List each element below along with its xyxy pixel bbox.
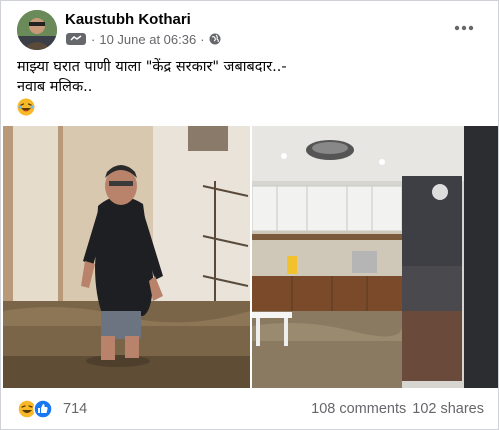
engagement-stats: 108 comments 102 shares: [311, 399, 484, 419]
reaction-icons: [17, 399, 57, 419]
post-text-line-1: माझ्या घरात पाणी याला "केंद्र सरकार" जबा…: [17, 59, 287, 75]
author-name[interactable]: Kaustubh Kothari: [65, 11, 191, 28]
globe-icon[interactable]: [209, 33, 221, 45]
meta-separator-2: ·: [200, 31, 205, 47]
like-reaction-icon: [33, 399, 53, 419]
post-photos[interactable]: [3, 126, 498, 388]
post-meta: · 10 June at 06:36 ·: [65, 31, 221, 47]
reaction-count: 714: [63, 401, 88, 417]
shares-count[interactable]: 102 shares: [412, 401, 484, 417]
author-avatar[interactable]: [17, 10, 57, 50]
facebook-post-card: Kaustubh Kothari · 10 June at 06:36 · मा…: [0, 0, 499, 430]
post-timestamp[interactable]: 10 June at 06:36: [99, 32, 196, 47]
meta-separator: ·: [91, 31, 96, 47]
post-text: माझ्या घरात पाणी याला "केंद्र सरकार" जबा…: [17, 57, 477, 116]
photo-flooded-room-man[interactable]: [3, 126, 250, 388]
comments-count[interactable]: 108 comments: [311, 401, 406, 417]
messenger-icon: [65, 32, 87, 46]
reactions-summary[interactable]: 714: [17, 399, 87, 419]
avatar-photo: [17, 10, 57, 50]
laughing-emoji-icon: [17, 98, 35, 116]
photo-flooded-kitchen[interactable]: [252, 126, 498, 388]
more-options-icon[interactable]: [454, 19, 474, 31]
post-text-line-2: नवाब मलिक..: [17, 79, 93, 95]
